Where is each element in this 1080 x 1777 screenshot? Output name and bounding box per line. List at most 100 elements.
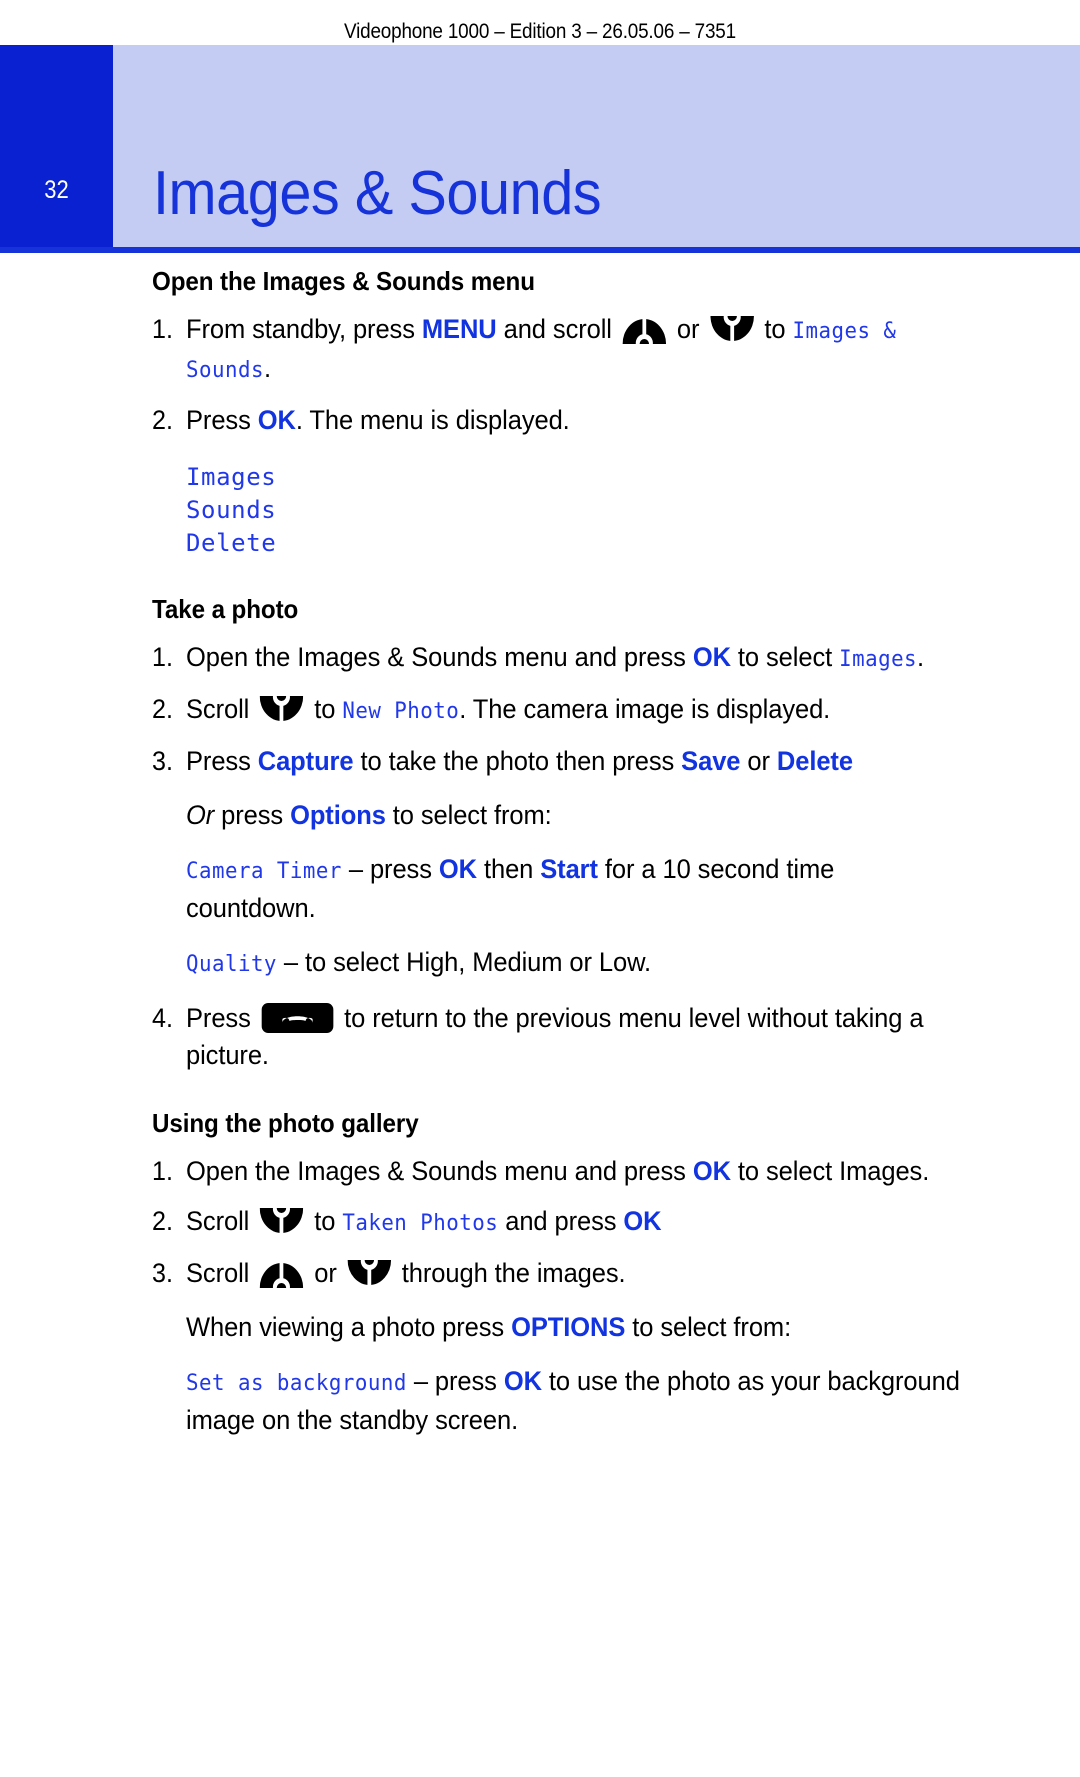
body-text: and scroll (496, 314, 619, 344)
body-text: to (757, 314, 793, 344)
keyword-menu: MENU (421, 314, 497, 344)
step-number: 3. (152, 1258, 173, 1288)
keyword-ok: OK (438, 854, 477, 884)
body-text: to (307, 694, 343, 724)
lcd-label-images: Images (839, 647, 918, 672)
scroll-down-icon (347, 1260, 392, 1288)
body-text: to take the photo then press (353, 746, 682, 776)
step-list: 4. Press to return to the previous menu l… (152, 1000, 1006, 1074)
body-text: – press (406, 1366, 504, 1396)
body-paragraph: Quality – to select High, Medium or Low. (186, 944, 961, 983)
lcd-label-camera-timer: Camera Timer (186, 859, 342, 884)
body-text: or (740, 746, 777, 776)
body-text: Scroll (186, 1206, 257, 1236)
step-number: 1. (152, 314, 173, 344)
numbered-step: 2. Scroll to New Photo. The camera image … (152, 691, 1006, 730)
keyword-ok: OK (692, 642, 731, 672)
step-text: Open the Images & Sounds menu and press … (186, 639, 961, 678)
numbered-step: 1. Open the Images & Sounds menu and pres… (152, 639, 1006, 678)
body-text: to select (730, 642, 840, 672)
step-text: From standby, press MENU and scroll or t… (186, 311, 961, 389)
lcd-menu-list: Images Sounds Delete (186, 461, 1006, 560)
document-body: Open the Images & Sounds menu 1. From stan… (0, 262, 1080, 1456)
body-text: then (476, 854, 541, 884)
step-number: 2. (152, 1206, 173, 1236)
body-paragraph: Camera Timer – press OK then Start for a… (186, 851, 961, 927)
keyword-capture: Capture (257, 746, 354, 776)
body-text: Scroll (186, 1258, 257, 1288)
body-text: Press (186, 746, 258, 776)
numbered-step: 4. Press to return to the previous menu l… (152, 1000, 1006, 1074)
step-text: Press to return to the previous menu lev… (186, 1000, 961, 1074)
scroll-up-icon (260, 1260, 304, 1288)
body-text: or (307, 1258, 344, 1288)
body-text: Scroll (186, 694, 257, 724)
body-paragraph: When viewing a photo press OPTIONS to se… (186, 1309, 961, 1346)
body-text: . The camera image is displayed. (459, 694, 831, 724)
body-text: Open the Images & Sounds menu and press (186, 642, 693, 672)
lcd-label-taken-photos: Taken Photos (342, 1211, 499, 1236)
step-number: 4. (152, 1003, 173, 1033)
end-call-icon (261, 1003, 334, 1033)
keyword-options: Options (290, 800, 386, 830)
running-head: Videophone 1000 – Edition 3 – 26.05.06 –… (344, 20, 736, 43)
numbered-step: 2. Press OK. The menu is displayed. (152, 402, 1006, 439)
body-text: to select from: (385, 800, 552, 830)
step-number: 2. (152, 405, 173, 435)
body-text: Press (186, 1003, 258, 1033)
keyword-options: OPTIONS (511, 1312, 626, 1342)
emphasis-text: Or (186, 800, 215, 830)
body-text: . The menu is displayed. (295, 405, 570, 435)
body-text: – to select High, Medium or Low. (276, 947, 652, 977)
body-text: . (917, 642, 925, 672)
step-text: Open the Images & Sounds menu and press … (186, 1153, 961, 1190)
body-paragraph: Or press Options to select from: (186, 797, 961, 834)
body-text: Press (186, 405, 258, 435)
lcd-menu-item: Sounds (186, 496, 277, 524)
numbered-step: 3. Press Capture to take the photo then p… (152, 743, 1006, 780)
body-text: to select Images. (730, 1156, 930, 1186)
lcd-label-new-photo: New Photo (342, 699, 460, 724)
lcd-menu-item: Images (186, 463, 277, 491)
keyword-ok: OK (623, 1206, 662, 1236)
step-number: 2. (152, 694, 173, 724)
keyword-delete: Delete (776, 746, 853, 776)
page-title: Images & Sounds (153, 159, 602, 228)
body-paragraph: Set as background – press OK to use the … (186, 1363, 961, 1439)
step-text: Scroll to Taken Photos and press OK (186, 1203, 961, 1242)
step-number: 1. (152, 1156, 173, 1186)
page-number: 32 (44, 176, 69, 204)
body-text: and press (498, 1206, 624, 1236)
step-number: 1. (152, 642, 173, 672)
step-number: 3. (152, 746, 173, 776)
numbered-step: 1. From standby, press MENU and scroll or… (152, 311, 1006, 389)
body-text: . (263, 353, 271, 383)
section-heading: Open the Images & Sounds menu (152, 266, 535, 296)
section-heading: Using the photo gallery (152, 1108, 419, 1138)
scroll-down-icon (260, 1208, 304, 1236)
body-text: From standby, press (186, 314, 422, 344)
step-text: Press Capture to take the photo then pre… (186, 743, 961, 780)
scroll-down-icon (260, 696, 304, 724)
chapter-header-band: 32 Images & Sounds (0, 45, 1080, 253)
section-heading: Take a photo (152, 594, 299, 624)
lcd-label-quality: Quality (186, 952, 277, 977)
numbered-step: 2. Scroll to Taken Photos and press OK (152, 1203, 1006, 1242)
step-text: Scroll or through the images. (186, 1255, 961, 1292)
body-text: through the images. (394, 1258, 626, 1288)
step-text: Scroll to New Photo. The camera image is… (186, 691, 961, 730)
keyword-ok: OK (692, 1156, 731, 1186)
step-list: 1. Open the Images & Sounds menu and pres… (152, 639, 1006, 780)
numbered-step: 1. Open the Images & Sounds menu and pres… (152, 1153, 1006, 1190)
scroll-up-icon (622, 316, 667, 344)
page-number-block: 32 (0, 45, 113, 247)
body-text: to select from: (625, 1312, 792, 1342)
keyword-start: Start (540, 854, 598, 884)
body-text: to (307, 1206, 343, 1236)
keyword-ok: OK (503, 1366, 542, 1396)
lcd-label-set-as-background: Set as background (186, 1371, 407, 1396)
lcd-menu-item: Delete (186, 529, 277, 557)
body-text: press (214, 800, 291, 830)
body-text: or (669, 314, 707, 344)
keyword-save: Save (681, 746, 741, 776)
